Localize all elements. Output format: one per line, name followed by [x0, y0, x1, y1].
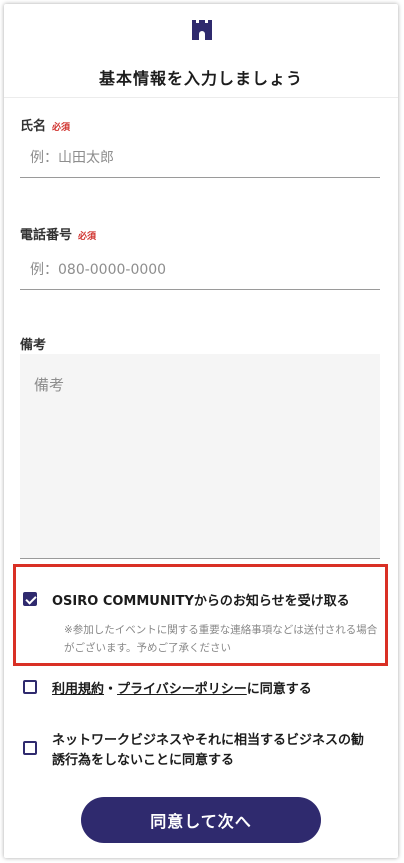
terms-consent-label: 利用規約・プライバシーポリシーに同意する: [52, 680, 312, 700]
name-label: 氏名 必須: [20, 119, 71, 134]
terms-suffix: に同意する: [246, 682, 312, 697]
newsletter-checkbox[interactable]: [23, 592, 37, 606]
terms-consent-row[interactable]: 利用規約・プライバシーポリシーに同意する: [23, 680, 312, 700]
page-title: 基本情報を入力しましょう: [98, 69, 303, 88]
page-header: 基本情報を入力しましょう: [4, 4, 398, 98]
terms-separator: ・: [104, 682, 118, 697]
newsletter-consent-row[interactable]: OSIRO COMMUNITYからのお知らせを受け取る: [23, 592, 350, 612]
newsletter-consent-label: OSIRO COMMUNITYからのお知らせを受け取る: [52, 594, 350, 609]
notes-label: 備考: [20, 338, 47, 353]
network-business-consent-row[interactable]: ネットワークビジネスやそれに相当するビジネスの勧誘行為をしないことに同意する: [23, 731, 383, 771]
terms-link[interactable]: 利用規約: [52, 682, 104, 697]
network-business-consent-label: ネットワークビジネスやそれに相当するビジネスの勧誘行為をしないことに同意する: [52, 733, 365, 768]
registration-screen: 基本情報を入力しましょう 氏名必須 電話番号必須 備考 OSIRO COMMUN…: [4, 4, 398, 858]
phone-input[interactable]: [20, 250, 380, 290]
phone-label: 電話番号 必須: [20, 228, 97, 243]
network-business-checkbox[interactable]: [23, 741, 37, 755]
agree-next-button[interactable]: 同意して次へ: [81, 797, 321, 843]
name-input[interactable]: [20, 138, 380, 178]
castle-icon: [192, 20, 212, 40]
newsletter-note: ※参加したイベントに関する重要な連絡事項などは送付される場合がございます。予めご…: [64, 624, 378, 654]
notes-textarea[interactable]: [20, 354, 380, 559]
required-badge: 必須: [78, 232, 97, 242]
privacy-policy-link[interactable]: プライバシーポリシー: [117, 682, 247, 697]
terms-checkbox[interactable]: [23, 680, 37, 694]
required-badge: 必須: [52, 123, 71, 133]
